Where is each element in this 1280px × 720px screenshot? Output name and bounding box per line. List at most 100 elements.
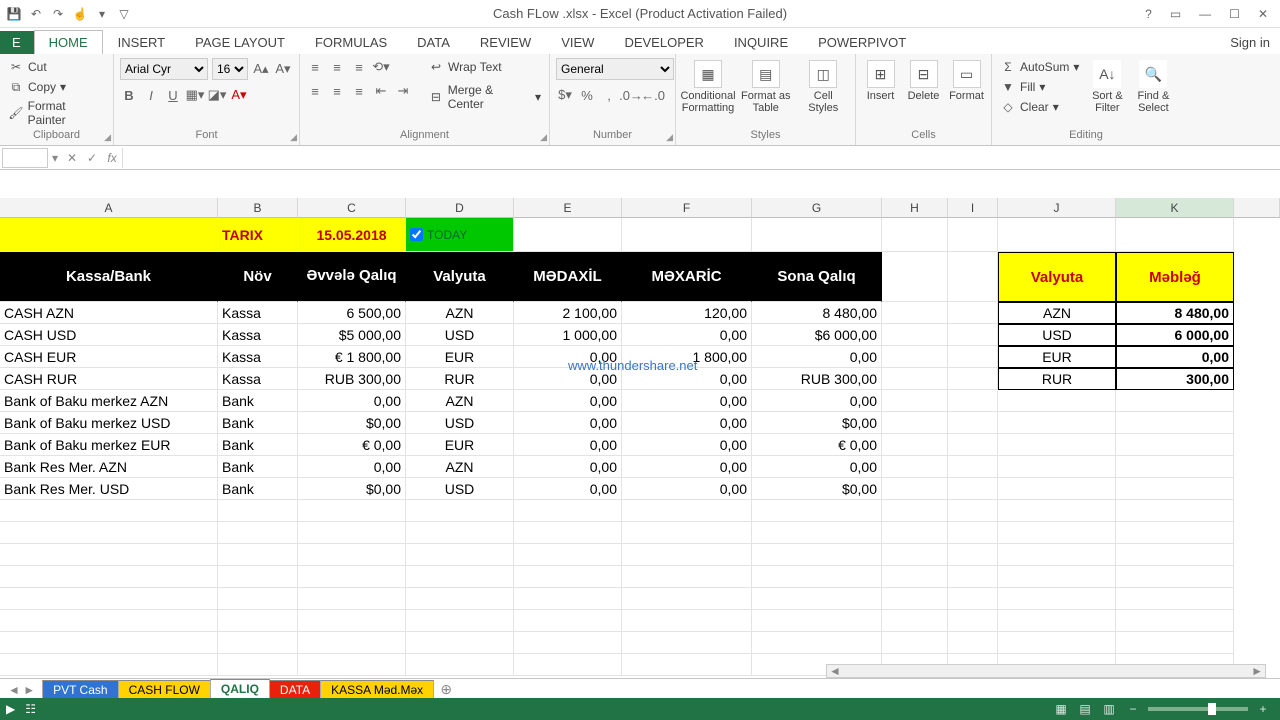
cell[interactable]: € 1 800,00 (298, 346, 406, 368)
cell[interactable] (298, 610, 406, 632)
cell[interactable] (882, 390, 948, 412)
cell[interactable]: 0,00 (514, 368, 622, 390)
font-color-button[interactable]: A▾ (230, 86, 248, 104)
cell[interactable]: Növ (218, 252, 298, 302)
cell[interactable]: CASH USD (0, 324, 218, 346)
file-tab[interactable]: E (0, 31, 34, 54)
cell[interactable] (406, 500, 514, 522)
help-icon[interactable]: ? (1141, 5, 1156, 23)
cell[interactable] (514, 522, 622, 544)
cell[interactable]: 0,00 (622, 412, 752, 434)
tab-inquire[interactable]: INQUIRE (719, 30, 803, 54)
cell[interactable]: USD (998, 324, 1116, 346)
cell[interactable] (1116, 566, 1234, 588)
cell[interactable] (218, 610, 298, 632)
cell[interactable]: Kassa (218, 324, 298, 346)
align-bottom-icon[interactable]: ≡ (350, 58, 368, 76)
cell[interactable] (882, 588, 948, 610)
cell[interactable] (0, 632, 218, 654)
cell[interactable]: € 0,00 (752, 434, 882, 456)
clipboard-launcher-icon[interactable]: ◢ (104, 132, 111, 143)
cell[interactable] (882, 346, 948, 368)
col-header[interactable]: F (622, 198, 752, 218)
cell[interactable]: Bank (218, 412, 298, 434)
cell[interactable] (948, 252, 998, 302)
cell[interactable] (298, 500, 406, 522)
cell[interactable] (514, 610, 622, 632)
format-as-table-button[interactable]: ▤Format as Table (740, 58, 792, 114)
cell[interactable]: 15.05.2018 (298, 218, 406, 252)
cell[interactable] (298, 544, 406, 566)
cell[interactable]: 0,00 (298, 456, 406, 478)
cell[interactable]: CASH EUR (0, 346, 218, 368)
cell[interactable]: 0,00 (514, 456, 622, 478)
cell[interactable] (752, 500, 882, 522)
cell[interactable] (998, 522, 1116, 544)
cell[interactable] (0, 218, 218, 252)
grow-font-icon[interactable]: A▴ (252, 60, 270, 78)
filter-icon[interactable]: ▽ (114, 4, 134, 24)
fx-icon[interactable]: fx (102, 151, 122, 165)
cell[interactable] (622, 610, 752, 632)
cell[interactable]: 0,00 (622, 478, 752, 500)
fill-color-button[interactable]: ◪▾ (208, 86, 226, 104)
cell[interactable] (514, 654, 622, 676)
cell[interactable] (1116, 478, 1234, 500)
cell[interactable] (882, 368, 948, 390)
cell[interactable]: AZN (998, 302, 1116, 324)
cell[interactable] (882, 456, 948, 478)
cell[interactable] (514, 566, 622, 588)
cell[interactable] (0, 500, 218, 522)
cell[interactable] (622, 632, 752, 654)
border-button[interactable]: ▦▾ (186, 86, 204, 104)
sheet-nav[interactable]: ◄ ► (0, 683, 43, 697)
new-sheet-button[interactable]: ⊕ (434, 681, 458, 698)
find-select-button[interactable]: 🔍Find & Select (1133, 58, 1173, 114)
bold-button[interactable]: B (120, 86, 138, 104)
cell[interactable] (752, 610, 882, 632)
page-break-view-icon[interactable]: ▥ (1100, 700, 1118, 718)
cell[interactable] (948, 346, 998, 368)
cell[interactable]: AZN (406, 390, 514, 412)
cell[interactable] (622, 588, 752, 610)
sheet-tab[interactable]: KASSA Məd.Məx (320, 680, 434, 700)
cell[interactable] (1116, 390, 1234, 412)
tab-data[interactable]: DATA (402, 30, 465, 54)
cell[interactable]: AZN (406, 302, 514, 324)
cell[interactable] (0, 654, 218, 676)
cell[interactable] (948, 456, 998, 478)
cell[interactable]: EUR (406, 346, 514, 368)
cell[interactable] (948, 412, 998, 434)
cell[interactable] (882, 478, 948, 500)
cell[interactable]: 0,00 (514, 434, 622, 456)
cell[interactable]: 0,00 (298, 390, 406, 412)
cell[interactable] (0, 610, 218, 632)
font-launcher-icon[interactable]: ◢ (290, 132, 297, 143)
spreadsheet-grid[interactable]: ABCDEFGHIJK TARIX15.05.2018TODAYKassa/Ba… (0, 198, 1280, 678)
cell[interactable] (998, 566, 1116, 588)
cell[interactable]: $0,00 (298, 412, 406, 434)
cell[interactable] (622, 566, 752, 588)
cell[interactable] (752, 588, 882, 610)
tab-powerpivot[interactable]: POWERPIVOT (803, 30, 921, 54)
shrink-font-icon[interactable]: A▾ (274, 60, 292, 78)
cell[interactable] (998, 434, 1116, 456)
cell[interactable]: 8 480,00 (752, 302, 882, 324)
cell[interactable] (1116, 456, 1234, 478)
format-painter-button[interactable]: 🖌Format Painter (6, 98, 107, 128)
font-size-select[interactable]: 16 (212, 58, 248, 80)
cell[interactable]: $0,00 (752, 478, 882, 500)
cell[interactable]: TARIX (218, 218, 298, 252)
tab-insert[interactable]: INSERT (103, 30, 180, 54)
cell[interactable]: USD (406, 412, 514, 434)
cell[interactable]: Bank of Baku merkez USD (0, 412, 218, 434)
cell[interactable]: $0,00 (752, 412, 882, 434)
cell[interactable]: 120,00 (622, 302, 752, 324)
cell[interactable] (298, 632, 406, 654)
cell[interactable] (298, 566, 406, 588)
col-header[interactable]: K (1116, 198, 1234, 218)
cell[interactable] (406, 654, 514, 676)
col-header[interactable]: B (218, 198, 298, 218)
cell[interactable]: TODAY (406, 218, 514, 252)
tab-developer[interactable]: DEVELOPER (609, 30, 718, 54)
